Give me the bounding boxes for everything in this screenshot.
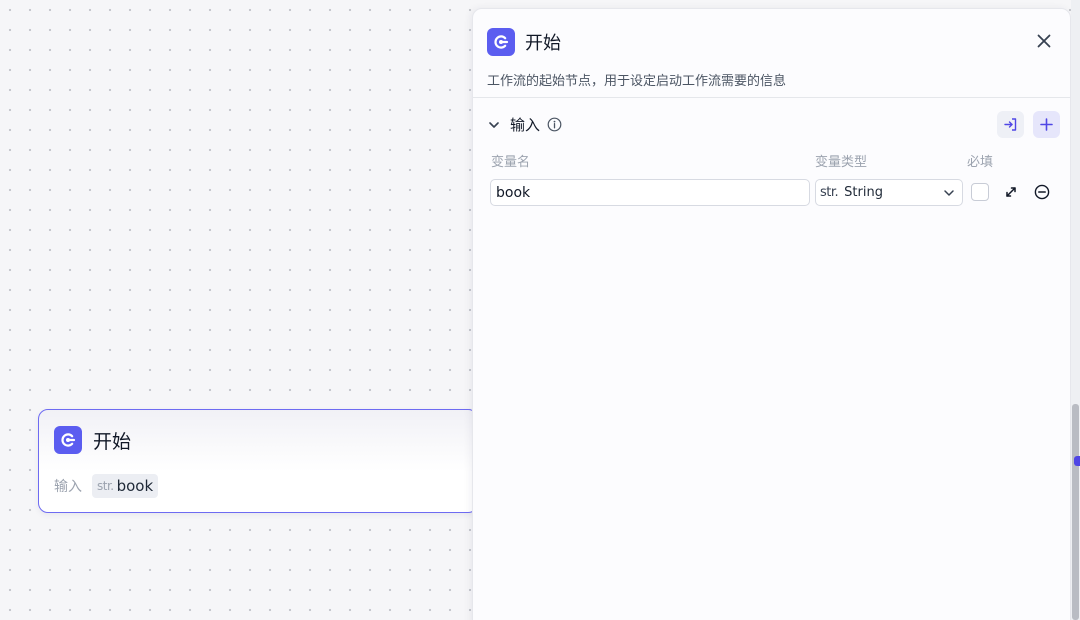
start-logo-icon — [487, 28, 515, 56]
panel-header: 开始 — [487, 28, 561, 56]
chevron-down-icon — [944, 190, 954, 196]
node-input-row: 输入 str. book — [54, 474, 159, 498]
chevron-down-icon — [489, 121, 499, 128]
variable-name-input[interactable] — [490, 179, 810, 206]
edge-indicator — [1074, 456, 1080, 466]
node-input-label: 输入 — [54, 479, 82, 495]
column-header-required: 必填 — [967, 155, 994, 170]
info-icon[interactable] — [547, 117, 562, 132]
type-prefix-label: str. — [820, 185, 839, 200]
expand-icon — [1006, 187, 1016, 197]
plus-icon — [1040, 118, 1053, 131]
required-checkbox[interactable] — [971, 183, 989, 201]
type-value-label: String — [844, 185, 883, 200]
import-icon — [1004, 118, 1017, 131]
input-section-title: 输入 — [510, 116, 541, 134]
add-variable-button[interactable] — [1033, 111, 1060, 138]
minus-circle-icon — [1034, 184, 1050, 200]
expand-button[interactable] — [1002, 183, 1020, 201]
start-node-card[interactable]: 开始 输入 str. book — [38, 409, 478, 513]
node-title: 开始 — [93, 430, 132, 453]
import-variables-button[interactable] — [997, 111, 1024, 138]
variable-name-label: book — [116, 477, 154, 495]
input-section-header: 输入 — [487, 114, 562, 135]
node-header: 开始 — [54, 426, 131, 454]
collapse-toggle[interactable] — [487, 118, 501, 132]
divider — [473, 97, 1070, 98]
variable-chip: str. book — [92, 474, 159, 498]
start-logo-icon — [54, 426, 82, 454]
remove-variable-button[interactable] — [1033, 183, 1051, 201]
close-button[interactable] — [1034, 31, 1054, 51]
variable-type-select[interactable]: str. String — [815, 179, 963, 206]
panel-title[interactable]: 开始 — [525, 29, 561, 55]
column-header-name: 变量名 — [491, 155, 531, 170]
column-header-type: 变量类型 — [815, 155, 868, 170]
variable-type-label: str. — [97, 479, 114, 493]
close-icon — [1037, 34, 1051, 48]
node-settings-panel: 开始 工作流的起始节点，用于设定启动工作流需要的信息 输入 变量名 变量类型 必… — [472, 8, 1071, 620]
panel-description: 工作流的起始节点，用于设定启动工作流需要的信息 — [487, 74, 787, 89]
scrollbar-thumb[interactable] — [1072, 404, 1079, 620]
